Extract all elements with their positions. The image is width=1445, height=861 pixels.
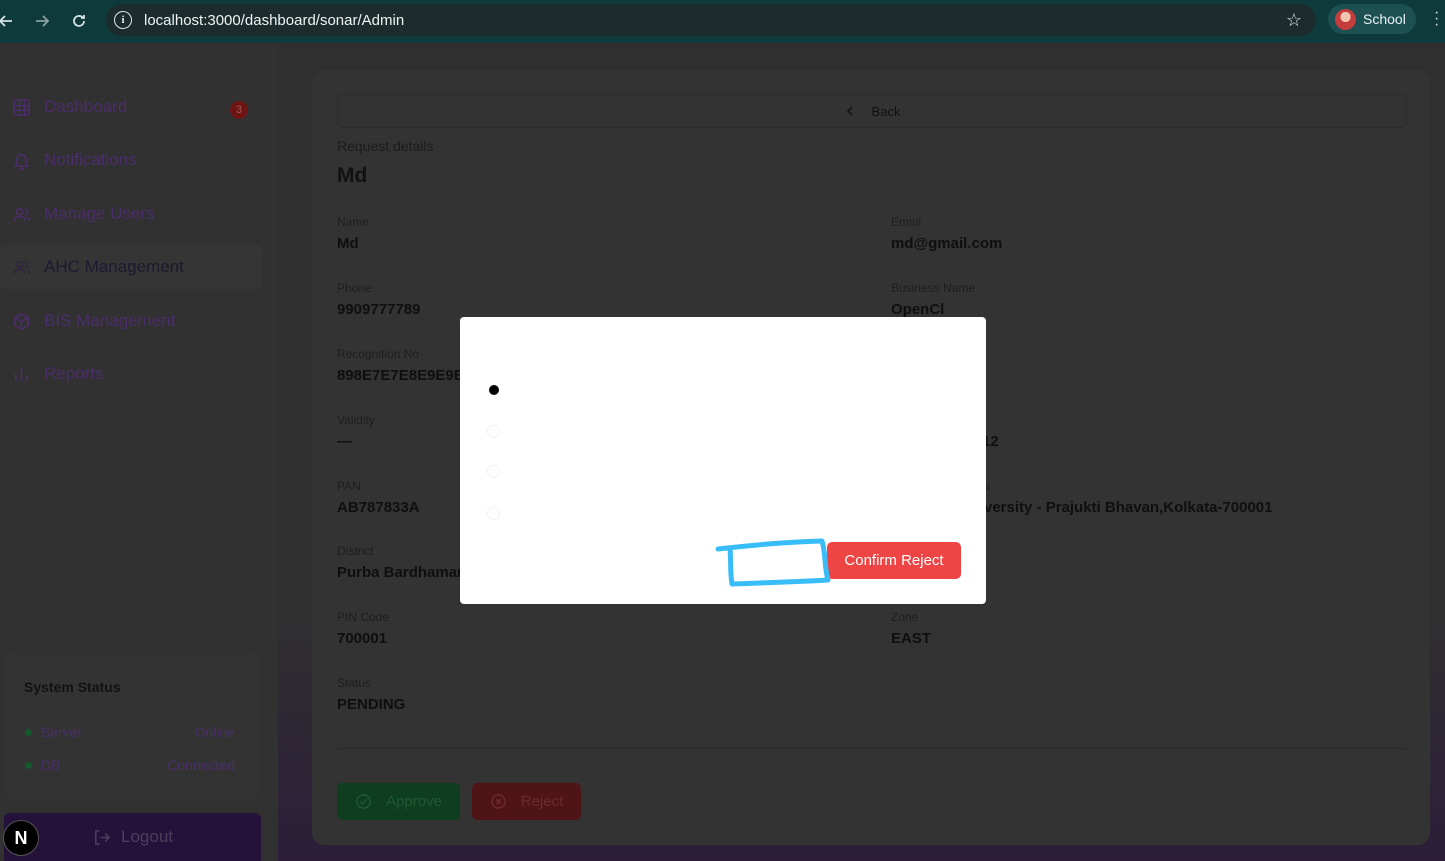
- forward-arrow-icon[interactable]: [24, 3, 60, 39]
- field-name: Name Md: [337, 215, 369, 252]
- field-label: Name: [337, 215, 370, 229]
- request-details-label: Request details: [337, 138, 434, 154]
- notification-badge: 3: [230, 101, 248, 119]
- field-validity: Validity —: [337, 413, 375, 450]
- back-arrow-icon[interactable]: [0, 3, 24, 39]
- address-bar[interactable]: i localhost:3000/dashboard/sonar/Admin ☆: [106, 4, 1316, 36]
- grid-icon: [11, 97, 31, 117]
- bell-icon: [11, 150, 31, 170]
- field-label: Recognition No: [337, 347, 420, 361]
- field-label: PAN: [337, 479, 361, 493]
- sidebar-item-dashboard[interactable]: Dashboard: [0, 85, 262, 129]
- field-pin-code: PIN Code 700001: [337, 610, 389, 647]
- reason-radio-1[interactable]: [489, 385, 499, 395]
- chevron-left-icon: [846, 106, 853, 116]
- users-icon: [11, 204, 31, 224]
- field-label: Zone: [891, 610, 919, 624]
- sidebar-item-label: Manage Users: [44, 204, 155, 223]
- field-phone: Phone 9909777789: [337, 281, 420, 318]
- reason-radio-4[interactable]: [487, 507, 500, 520]
- site-info-icon[interactable]: i: [114, 11, 132, 29]
- approve-label: Approve: [386, 793, 442, 810]
- sidebar-item-manage-users[interactable]: Manage Users: [0, 192, 262, 236]
- reason-radio-3[interactable]: [487, 465, 500, 478]
- field-recognition-no: Recognition No 898E7E7E8E9E9E: [337, 347, 464, 384]
- sidebar-item-reports[interactable]: Reports: [0, 352, 262, 396]
- reject-label: Reject: [520, 793, 564, 810]
- field-label: District: [337, 544, 374, 558]
- field-label: Email: [891, 215, 922, 229]
- bookmark-star-icon[interactable]: ☆: [1286, 10, 1302, 31]
- status-key: Server: [41, 724, 83, 740]
- url-text: localhost:3000/dashboard/sonar/Admin: [144, 11, 405, 29]
- check-circle-icon: [356, 794, 371, 809]
- sidebar-item-label: AHC Management: [44, 257, 184, 276]
- avatar: [1335, 8, 1356, 30]
- nextjs-logo-icon[interactable]: N: [3, 820, 39, 856]
- sidebar-item-label: Notifications: [44, 150, 137, 169]
- field-value: Md: [337, 235, 359, 252]
- field-value: versity - Prajukti Bhavan,Kolkata-700001: [984, 499, 1273, 516]
- field-value: PENDING: [337, 696, 406, 713]
- field-label: s: [984, 479, 990, 493]
- sidebar-item-ahc-management[interactable]: AHC Management: [0, 245, 262, 289]
- system-status-title: System Status: [24, 679, 121, 695]
- field-email: Email md@gmail.com: [891, 215, 1002, 252]
- field-value: AB787833A: [337, 499, 420, 516]
- field-label: Validity: [337, 413, 375, 427]
- logout-label: Logout: [121, 827, 173, 846]
- field-business-name: Business Name OpenCl: [891, 281, 975, 318]
- browser-toolbar: i localhost:3000/dashboard/sonar/Admin ☆…: [0, 0, 1445, 43]
- sidebar-item-label: Reports: [44, 364, 104, 383]
- approve-button[interactable]: Approve: [337, 783, 460, 820]
- status-dot-icon: [25, 729, 32, 736]
- reason-radio-2[interactable]: [487, 425, 500, 438]
- field-district: District Purba Bardhaman: [337, 544, 466, 581]
- field-value: EAST: [891, 630, 932, 647]
- field-value: 9909777789: [337, 301, 421, 318]
- field-label: Business Name: [891, 281, 976, 295]
- field-status: Status PENDING: [337, 676, 405, 713]
- status-key: DB: [41, 757, 61, 773]
- field-zone: Zone EAST: [891, 610, 931, 647]
- status-dot-icon: [25, 762, 32, 769]
- field-value: OpenCl: [891, 301, 945, 318]
- status-value: Online: [194, 724, 235, 740]
- request-name: Md: [337, 164, 368, 187]
- browser-menu-icon[interactable]: · · ·: [1434, 5, 1439, 33]
- profile-chip[interactable]: School: [1328, 4, 1416, 34]
- reject-button[interactable]: Reject: [472, 783, 581, 820]
- x-circle-icon: [490, 794, 506, 809]
- annotation-scribble: [715, 538, 831, 587]
- field-value: Purba Bardhaman: [337, 564, 467, 581]
- profile-name: School: [1363, 11, 1406, 27]
- back-label: Back: [871, 103, 901, 119]
- field-pan: PAN AB787833A: [337, 479, 420, 516]
- field-address: s versity - Prajukti Bhavan,Kolkata-7000…: [984, 479, 1272, 516]
- field-label: PIN Code: [337, 610, 390, 624]
- bar-chart-icon: [11, 364, 31, 384]
- field-value: 700001: [337, 630, 388, 647]
- box-icon: [11, 311, 31, 331]
- field-label: Status: [337, 676, 372, 690]
- field-value: 898E7E7E8E9E9E: [337, 367, 464, 384]
- sidebar-item-notifications[interactable]: Notifications: [0, 138, 262, 182]
- field-value: —: [337, 433, 352, 450]
- sidebar-item-label: Dashboard: [44, 97, 128, 116]
- users-icon: [11, 257, 31, 277]
- logout-icon: [95, 829, 111, 845]
- sidebar-item-label: BIS Management: [44, 311, 176, 330]
- reload-icon[interactable]: [61, 3, 97, 39]
- confirm-reject-button[interactable]: Confirm Reject: [827, 542, 961, 579]
- system-status-card: System Status Server Online DB Connected: [4, 653, 260, 799]
- logout-button[interactable]: Logout: [4, 813, 261, 861]
- back-button[interactable]: Back: [337, 94, 1407, 128]
- divider: [337, 748, 1407, 749]
- sidebar-item-bis-management[interactable]: BIS Management: [0, 299, 262, 343]
- field-label: Phone: [337, 281, 372, 295]
- field-value: md@gmail.com: [891, 235, 1003, 252]
- status-value: Connected: [167, 757, 235, 773]
